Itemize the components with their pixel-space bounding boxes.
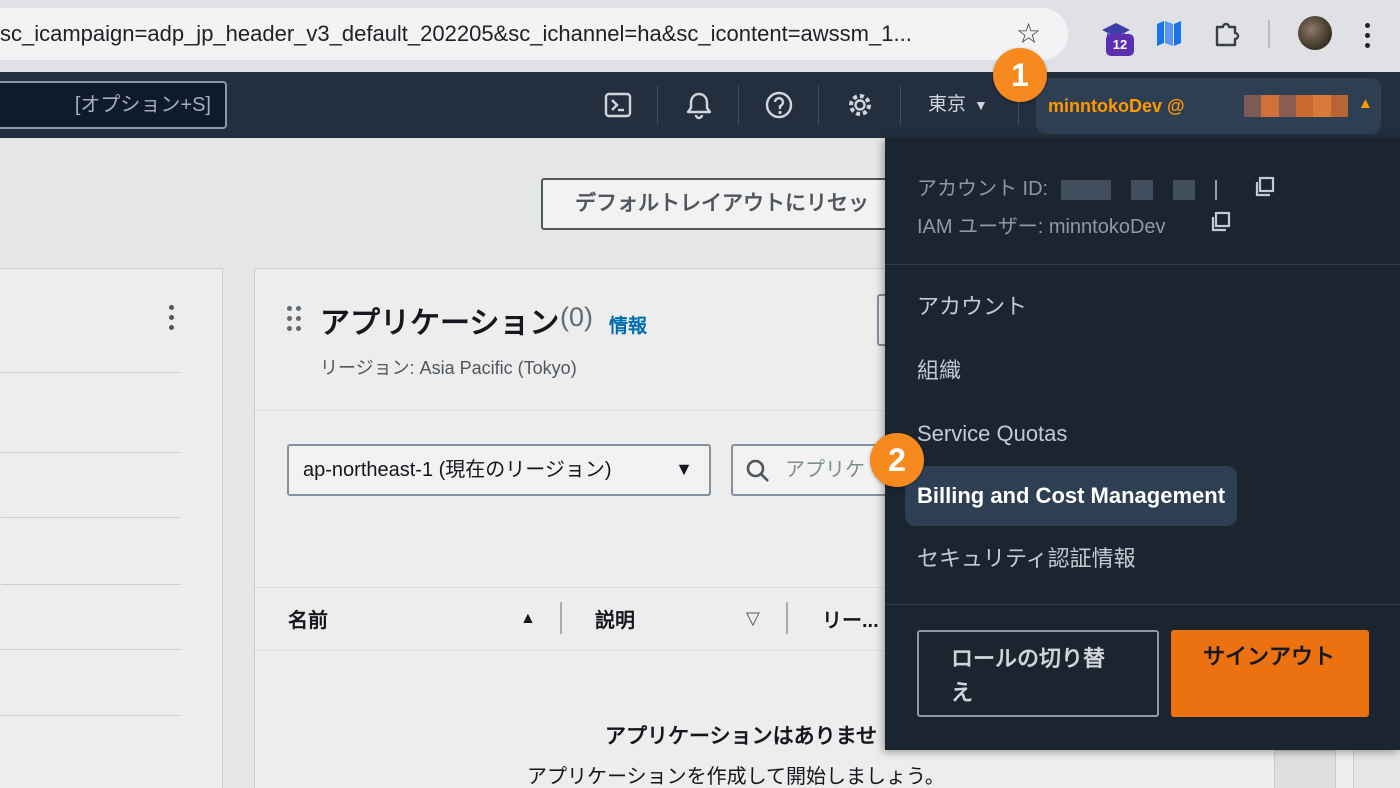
- search-shortcut-hint: [オプション+S]: [74, 94, 211, 116]
- info-link[interactable]: 情報: [609, 311, 647, 338]
- account-name: minntokoDev @: [1048, 96, 1185, 116]
- region-line: リージョン: Asia Pacific (Tokyo): [320, 358, 577, 378]
- divider: [1, 584, 181, 585]
- gear-icon[interactable]: [845, 90, 875, 120]
- search-icon: [746, 459, 769, 482]
- star-icon[interactable]: ☆: [1016, 20, 1041, 48]
- region-filter-value: ap-northeast-1 (現在のリージョン): [303, 459, 612, 481]
- nav-divider: [818, 86, 819, 124]
- sign-out-button[interactable]: サインアウト: [1171, 630, 1369, 717]
- column-header-region[interactable]: リー...: [822, 604, 879, 633]
- divider: [1, 517, 181, 518]
- map-icon[interactable]: [1155, 18, 1183, 48]
- extension-badge: 12: [1106, 34, 1134, 56]
- menu-item-service-quotas[interactable]: Service Quotas: [905, 404, 1079, 464]
- sort-descending-icon[interactable]: ▽: [746, 608, 760, 629]
- widget-actions-icon[interactable]: [169, 305, 174, 335]
- nav-divider: [738, 86, 739, 124]
- step-2-callout: 2: [870, 433, 924, 487]
- column-header-name[interactable]: 名前: [288, 604, 328, 633]
- empty-state-subtitle: アプリケーションを作成して開始しましょう。: [527, 766, 945, 788]
- copy-icon[interactable]: [1209, 211, 1231, 233]
- nav-divider: [900, 86, 901, 124]
- global-search-input[interactable]: [オプション+S]: [0, 81, 227, 129]
- divider: [1, 649, 181, 650]
- drag-handle-icon[interactable]: [287, 306, 303, 332]
- column-separator[interactable]: [786, 602, 788, 634]
- reset-layout-button[interactable]: デフォルトレイアウトにリセッ: [541, 178, 941, 230]
- region-filter-select[interactable]: ap-northeast-1 (現在のリージョン) ▼: [287, 444, 711, 496]
- iam-user-label: IAM ユーザー: minntokoDev: [917, 216, 1166, 238]
- bell-icon[interactable]: [684, 90, 714, 120]
- region-label: 東京: [928, 94, 967, 115]
- cloudshell-icon[interactable]: [603, 90, 633, 120]
- divider: [1, 715, 181, 716]
- divider: [1, 452, 181, 453]
- widget-title: アプリケーション: [320, 307, 560, 340]
- more-vert-icon[interactable]: [1358, 20, 1376, 50]
- menu-item-security-credentials[interactable]: セキュリティ認証情報: [905, 529, 1148, 589]
- region-selector[interactable]: 東京 ▼: [928, 72, 988, 138]
- column-header-description[interactable]: 説明: [595, 604, 635, 633]
- address-url[interactable]: sc_icampaign=adp_jp_header_v3_default_20…: [0, 8, 975, 60]
- aws-top-nav: [オプション+S] 東京 ▼ minntokoDev @ ▲: [0, 72, 1400, 138]
- caret-down-icon: ▼: [675, 459, 693, 479]
- help-icon[interactable]: [764, 90, 794, 120]
- account-id-label: アカウント ID:: [917, 178, 1049, 200]
- menu-item-account[interactable]: アカウント: [905, 277, 1039, 337]
- puzzle-icon[interactable]: [1212, 18, 1242, 48]
- scrollbar[interactable]: [1274, 750, 1336, 788]
- empty-state-title: アプリケーションはありませ: [605, 725, 877, 748]
- search-placeholder: アプリケ: [785, 459, 865, 481]
- redacted-account-id: [1131, 180, 1153, 200]
- divider: [885, 264, 1400, 265]
- step-1-callout: 1: [993, 48, 1047, 102]
- column-separator[interactable]: [560, 602, 562, 634]
- redacted-account-id: [1244, 95, 1348, 117]
- redacted-account-id: [1215, 180, 1217, 200]
- profile-avatar[interactable]: [1298, 16, 1332, 50]
- divider: [885, 604, 1400, 605]
- switch-role-button[interactable]: ロールの切り替え: [917, 630, 1159, 717]
- menu-item-organizations[interactable]: 組織: [905, 341, 973, 401]
- application-count: (0): [560, 302, 593, 332]
- caret-down-icon: ▼: [974, 97, 988, 113]
- account-dropdown-menu: アカウント ID: IAM ユーザー: minntokoDev アカウント 組織…: [885, 138, 1400, 750]
- address-bar[interactable]: sc_icampaign=adp_jp_header_v3_default_20…: [0, 8, 1068, 60]
- account-menu-button[interactable]: minntokoDev @ ▲: [1036, 78, 1381, 134]
- left-widget-panel: [0, 268, 223, 788]
- nav-divider: [657, 86, 658, 124]
- caret-up-icon: ▲: [1358, 95, 1373, 112]
- sort-ascending-icon[interactable]: ▲: [520, 610, 536, 628]
- copy-icon[interactable]: [1253, 176, 1275, 198]
- toolbar-separator: [1268, 20, 1270, 48]
- divider: [1, 372, 181, 373]
- redacted-account-id: [1061, 180, 1111, 200]
- redacted-account-id: [1173, 180, 1195, 200]
- menu-item-billing[interactable]: Billing and Cost Management: [905, 466, 1238, 526]
- browser-toolbar: sc_icampaign=adp_jp_header_v3_default_20…: [0, 0, 1400, 72]
